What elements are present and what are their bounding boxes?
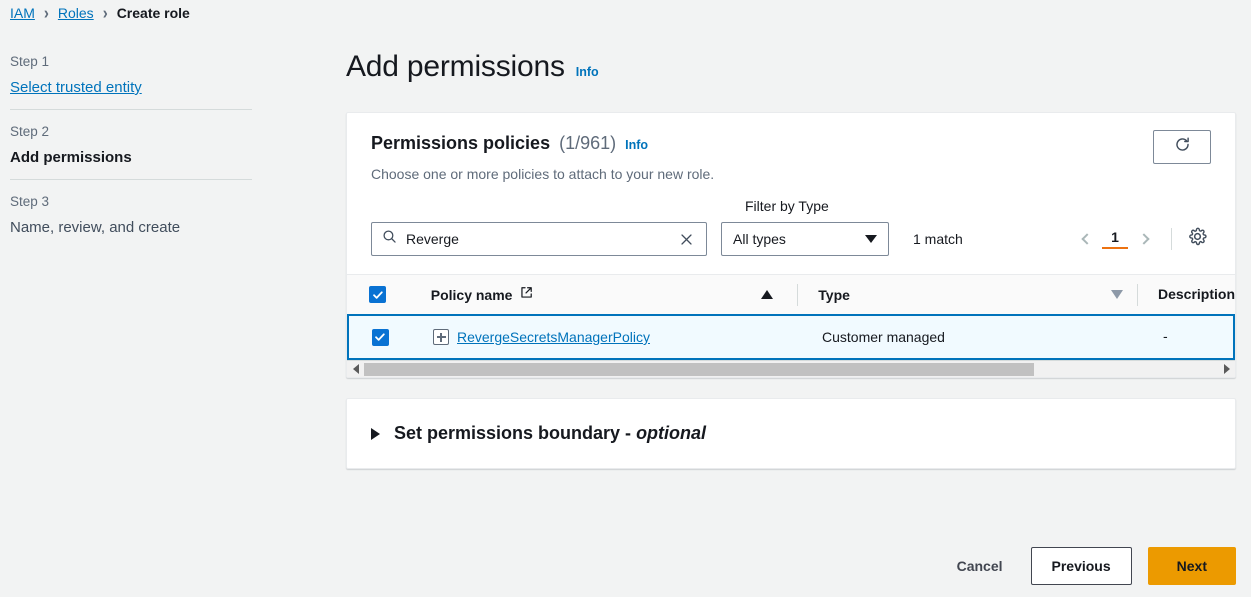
cancel-button[interactable]: Cancel	[945, 548, 1015, 584]
column-header-type-label: Type	[818, 286, 850, 303]
scroll-left-button[interactable]	[347, 364, 364, 374]
step-1-title[interactable]: Select trusted entity	[10, 79, 252, 96]
step-navigation: Step 1 Select trusted entity Step 2 Add …	[10, 48, 252, 249]
column-header-description-label: Description	[1158, 285, 1236, 302]
row-type-value: Customer managed	[822, 329, 945, 345]
card-title-row: Permissions policies (1/961) Info	[371, 133, 1211, 154]
sort-policy-name-ascending[interactable]	[738, 290, 798, 299]
main-content: Add permissions Info Permissions policie…	[346, 50, 1236, 469]
breadcrumb-separator: ›	[43, 3, 49, 23]
step-3-title: Name, review, and create	[10, 219, 181, 236]
arrow-right-icon	[1223, 364, 1230, 374]
chevron-right-icon	[1137, 233, 1150, 245]
row-policy-name-cell: RevergeSecretsManagerPolicy	[411, 329, 741, 345]
filter-row: Reverge All types 1 match 1	[371, 222, 1211, 256]
page-title: Add permissions	[346, 50, 565, 83]
select-all-cell	[347, 286, 409, 303]
column-header-policy-name[interactable]: Policy name	[409, 286, 738, 304]
search-input-value: Reverge	[406, 231, 459, 247]
breadcrumb-item-iam[interactable]: IAM	[10, 5, 35, 21]
triangle-right-icon	[371, 427, 380, 440]
wizard-footer: Cancel Previous Next	[945, 547, 1236, 585]
scrollbar-thumb[interactable]	[364, 362, 1035, 376]
gear-icon	[1188, 227, 1207, 251]
refresh-button[interactable]	[1153, 130, 1211, 164]
step-2-number: Step 2	[10, 124, 50, 139]
filter-type-select[interactable]: All types	[721, 222, 889, 256]
chevron-left-icon	[1080, 233, 1093, 245]
card-title: Permissions policies	[371, 133, 551, 153]
chevron-down-icon	[865, 235, 877, 243]
select-all-checkbox[interactable]	[369, 286, 387, 303]
column-header-description[interactable]: Description	[1138, 286, 1235, 304]
refresh-icon	[1174, 136, 1191, 158]
breadcrumb-item-roles[interactable]: Roles	[58, 5, 94, 21]
row-description-cell: -	[1143, 328, 1233, 346]
row-description-value: -	[1163, 328, 1168, 344]
filter-section: Filter by Type Reverge All types 1 match…	[347, 198, 1235, 256]
next-button[interactable]: Next	[1147, 547, 1236, 585]
permissions-policies-card: Permissions policies (1/961) Info Choose…	[346, 112, 1236, 378]
row-type-cell: Customer managed	[802, 329, 1102, 345]
pagination: 1	[1070, 224, 1211, 254]
pagination-previous-button[interactable]	[1070, 224, 1100, 254]
step-2-title: Add permissions	[10, 149, 132, 166]
sort-type[interactable]	[1097, 290, 1137, 299]
card-info-link[interactable]: Info	[625, 138, 648, 152]
external-link-icon	[520, 286, 533, 304]
card-count: (1/961)	[559, 133, 617, 153]
table-preferences-button[interactable]	[1183, 225, 1211, 253]
match-count: 1 match	[913, 231, 963, 247]
scroll-right-button[interactable]	[1218, 364, 1235, 374]
permissions-boundary-optional-text: optional	[636, 423, 707, 443]
column-header-policy-name-label: Policy name	[430, 286, 513, 303]
filter-type-selected-value: All types	[733, 231, 786, 247]
step-3: Step 3 Name, review, and create	[10, 179, 252, 249]
policy-name-link[interactable]: RevergeSecretsManagerPolicy	[457, 329, 650, 345]
filter-by-type-label: Filter by Type	[745, 198, 829, 214]
horizontal-scrollbar[interactable]	[347, 360, 1235, 377]
step-1-number: Step 1	[10, 54, 50, 69]
row-select-cell	[349, 328, 411, 346]
policies-table: Policy name Type Description RevergeSecr…	[347, 274, 1235, 377]
search-input[interactable]: Reverge	[371, 222, 707, 256]
step-3-number: Step 3	[10, 194, 50, 209]
close-icon[interactable]	[677, 232, 696, 247]
permissions-boundary-toggle[interactable]: Set permissions boundary - optional	[347, 399, 1235, 468]
row-checkbox[interactable]	[371, 328, 389, 346]
breadcrumb: IAM › Roles › Create role	[10, 3, 190, 23]
breadcrumb-separator: ›	[102, 3, 108, 23]
step-1: Step 1 Select trusted entity	[10, 48, 252, 109]
search-icon	[382, 229, 397, 249]
iam-create-role-page: IAM › Roles › Create role Step 1 Select …	[0, 0, 1251, 597]
triangle-down-icon	[1111, 290, 1124, 299]
permissions-boundary-title-text: Set permissions boundary -	[394, 423, 637, 443]
pagination-divider	[1171, 228, 1172, 250]
scrollbar-track[interactable]	[364, 361, 1218, 377]
column-header-type[interactable]: Type	[798, 287, 1097, 303]
permissions-boundary-card: Set permissions boundary - optional	[346, 398, 1236, 469]
card-header: Permissions policies (1/961) Info Choose…	[347, 113, 1235, 182]
table-header-row: Policy name Type Description	[347, 274, 1235, 316]
pagination-page-1[interactable]: 1	[1102, 229, 1128, 249]
arrow-left-icon	[352, 364, 359, 374]
previous-button[interactable]: Previous	[1030, 547, 1132, 585]
step-2: Step 2 Add permissions	[10, 109, 252, 179]
breadcrumb-item-create-role: Create role	[116, 5, 190, 21]
pagination-next-button[interactable]	[1130, 224, 1160, 254]
permissions-boundary-title: Set permissions boundary - optional	[394, 423, 706, 444]
card-subtitle: Choose one or more policies to attach to…	[371, 166, 715, 182]
page-info-link[interactable]: Info	[576, 65, 599, 79]
triangle-up-icon	[761, 290, 774, 299]
table-row[interactable]: RevergeSecretsManagerPolicy Customer man…	[347, 316, 1235, 360]
page-title-row: Add permissions Info	[346, 50, 1236, 84]
expand-plus-icon[interactable]	[433, 329, 449, 345]
